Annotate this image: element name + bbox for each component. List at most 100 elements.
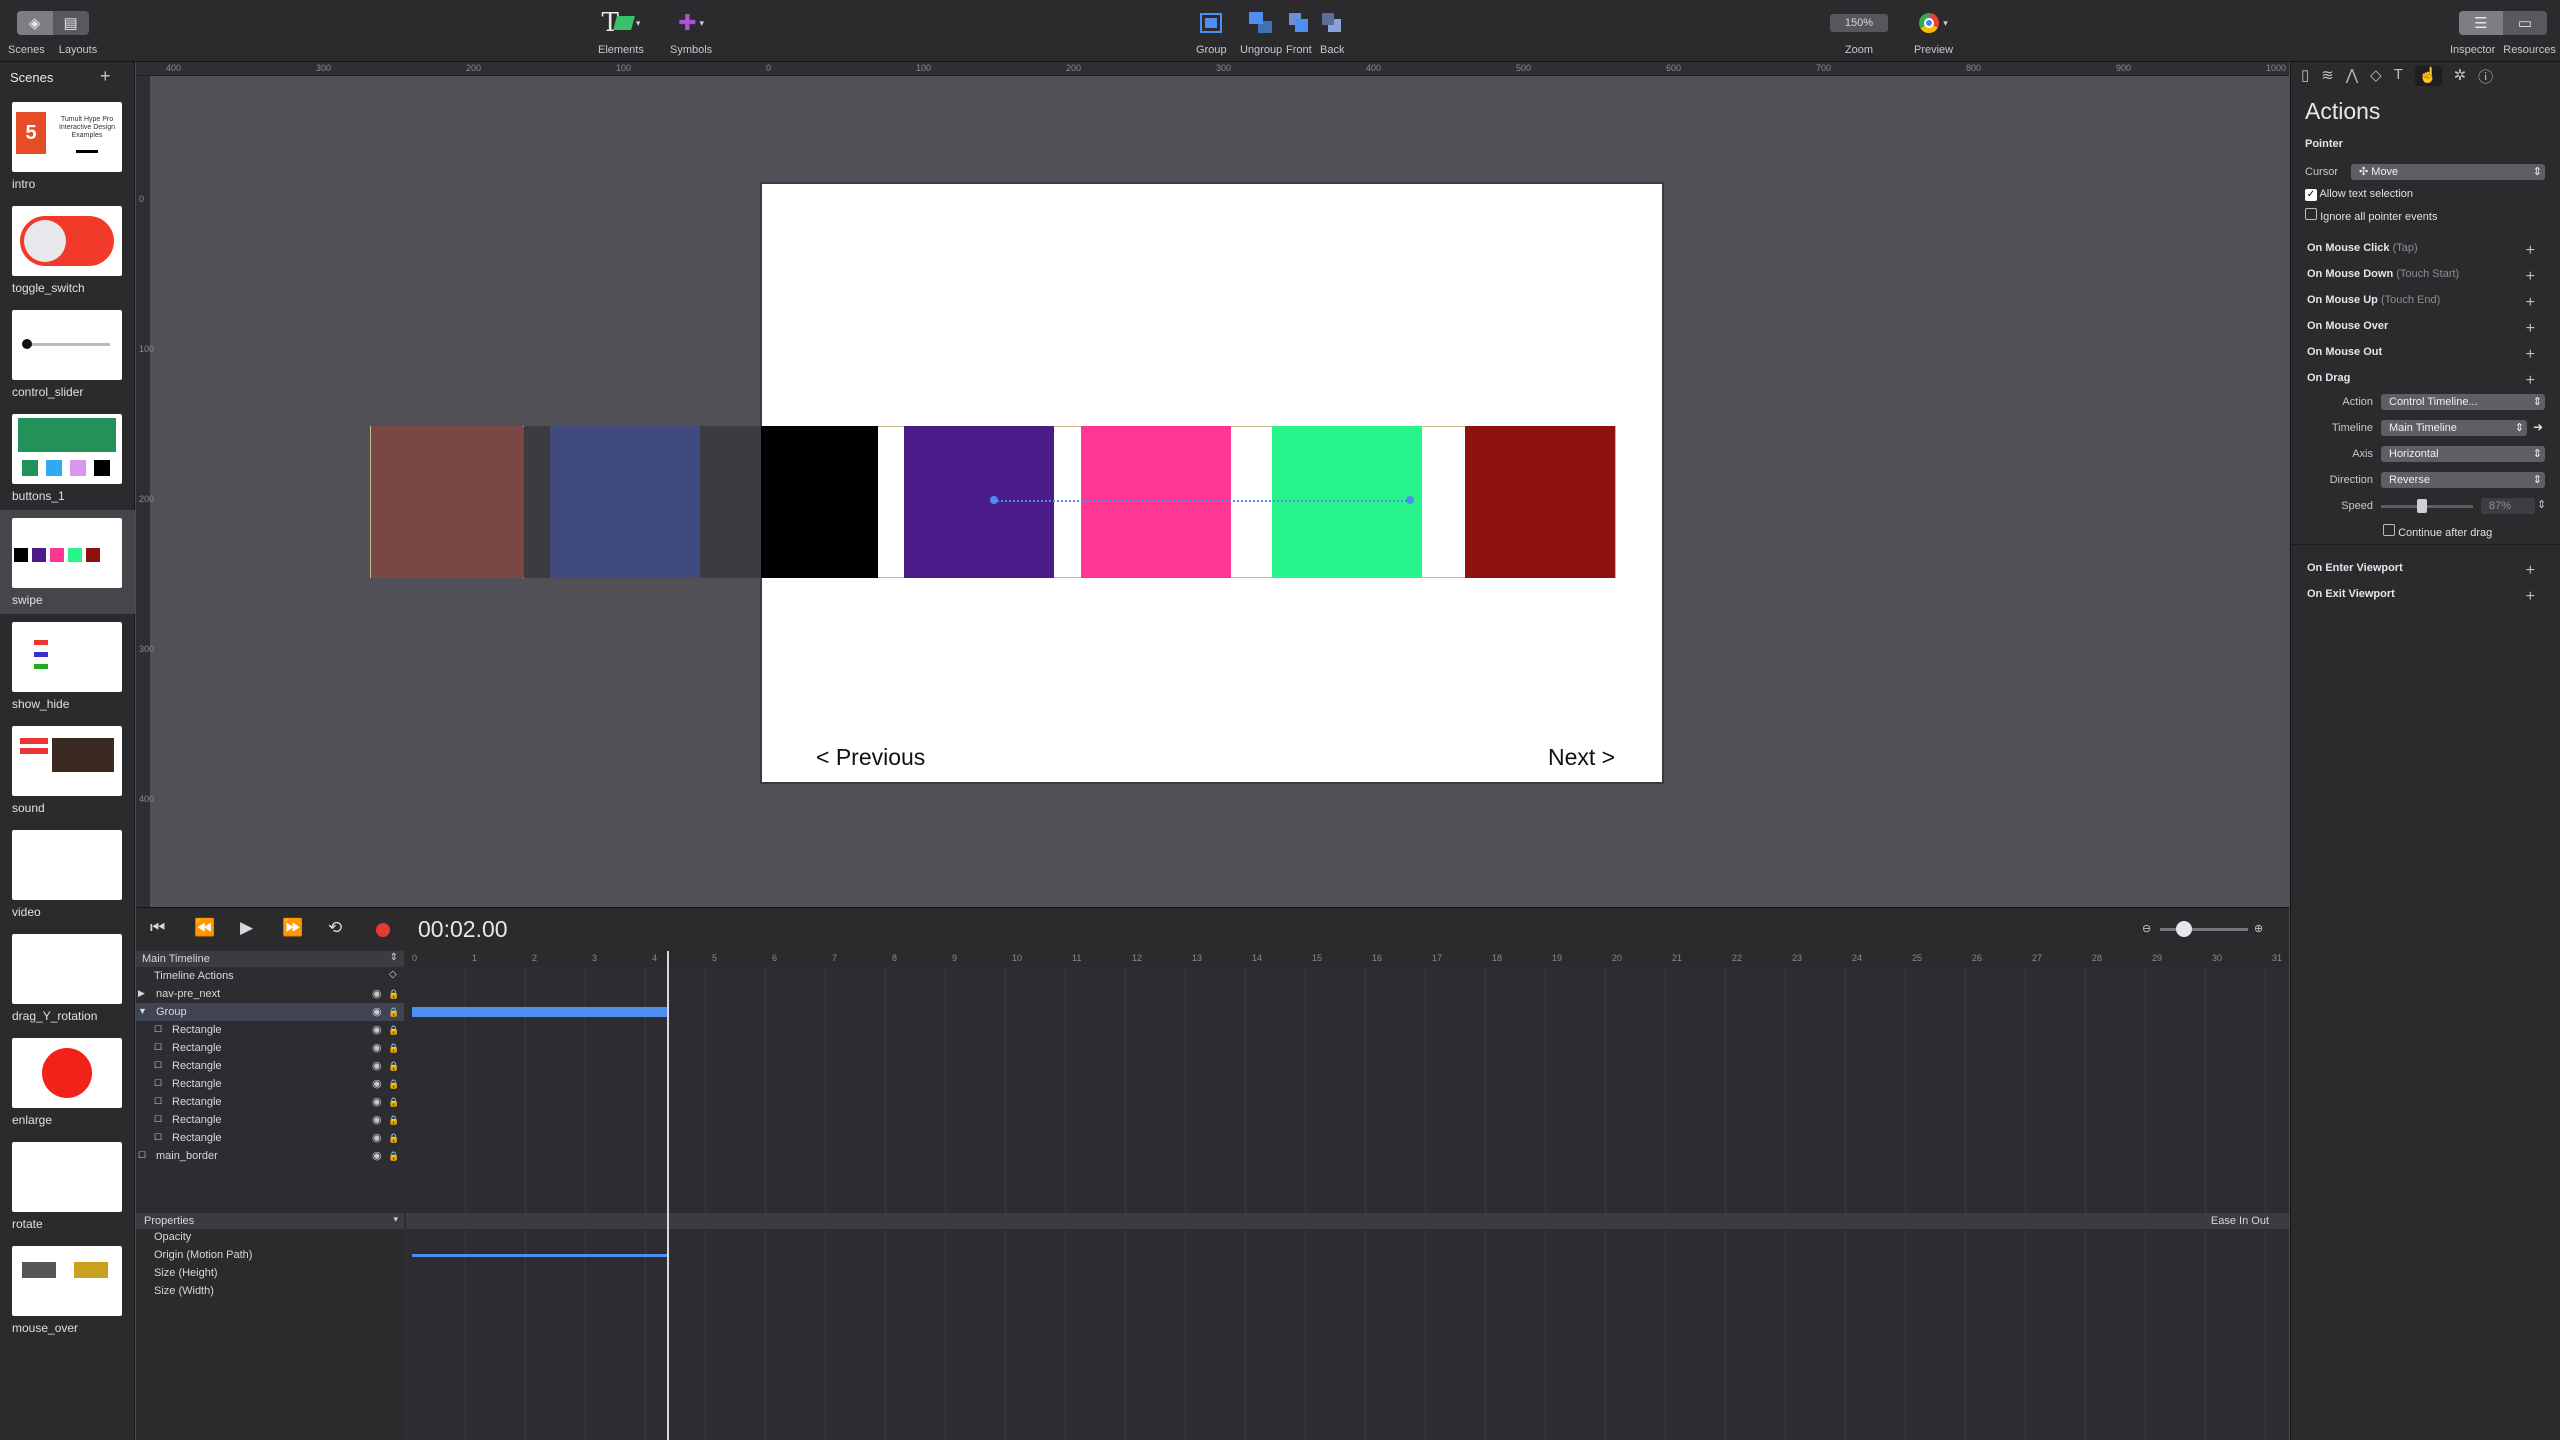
scene-thumb-toggle-switch[interactable]: [12, 206, 122, 276]
record-icon[interactable]: [376, 923, 390, 937]
rectangle[interactable]: [761, 426, 878, 578]
continue-after-drag-checkbox[interactable]: Continue after drag: [2383, 524, 2492, 539]
checkbox-empty-icon[interactable]: ☐: [154, 1114, 162, 1125]
layouts-icon[interactable]: ▤: [53, 11, 89, 35]
scene-thumb-swipe[interactable]: [12, 518, 122, 588]
group-button[interactable]: Group: [1196, 6, 1227, 56]
eye-icon[interactable]: ◉: [372, 1113, 382, 1126]
lock-icon[interactable]: 🔒: [388, 1061, 399, 1072]
layer-row[interactable]: ☐ Rectangle ◉ 🔒: [136, 1093, 404, 1111]
checkbox-empty-icon[interactable]: ☐: [154, 1024, 162, 1035]
time-ruler[interactable]: 0 1 2 3 4 5 6 7 8 9 10 11 12 13 14 15 16 17 18 19 20 21 22 23 24…: [406, 951, 2289, 967]
inspector-icon[interactable]: ☰: [2458, 11, 2503, 35]
checkbox-empty-icon[interactable]: ☐: [138, 1150, 146, 1161]
cursor-select[interactable]: ✣ Move ⇕: [2351, 164, 2545, 180]
property-row[interactable]: Origin (Motion Path): [154, 1249, 252, 1261]
on-mouse-click-row[interactable]: On Mouse Click (Tap) +: [2307, 242, 2547, 259]
disclosure-triangle-icon[interactable]: ▼: [138, 1006, 147, 1016]
rectangle[interactable]: [1272, 426, 1422, 578]
inspector-resources-toggle[interactable]: ☰ ▭ Inspector Resources: [2450, 6, 2556, 56]
shapes-icon[interactable]: ◇: [2370, 66, 2382, 86]
on-mouse-out-row[interactable]: On Mouse Out +: [2307, 346, 2547, 363]
rectangle[interactable]: [1081, 426, 1231, 578]
add-action-icon[interactable]: +: [2526, 242, 2535, 260]
timeline-selector[interactable]: Main Timeline ⇕: [136, 951, 404, 967]
resources-icon[interactable]: ▭: [2503, 11, 2547, 35]
step-forward-icon[interactable]: ⏩: [282, 918, 303, 938]
speed-field[interactable]: 87%: [2481, 498, 2535, 514]
layer-row[interactable]: ☐ Rectangle ◉ 🔒: [136, 1021, 404, 1039]
lock-icon[interactable]: 🔒: [388, 1025, 399, 1036]
eye-icon[interactable]: ◉: [372, 1005, 382, 1018]
axis-select[interactable]: Horizontal ⇕: [2381, 446, 2545, 462]
origin-motion-path-bar[interactable]: [412, 1254, 668, 1257]
lock-icon[interactable]: 🔒: [388, 1151, 399, 1162]
scenes-icon[interactable]: ◈: [16, 11, 53, 35]
eye-icon[interactable]: ◉: [372, 1041, 382, 1054]
front-button[interactable]: Front: [1286, 6, 1312, 56]
lock-icon[interactable]: 🔒: [388, 1007, 399, 1018]
properties-header[interactable]: Properties ▾: [136, 1213, 404, 1229]
scene-thumb-buttons[interactable]: [12, 414, 122, 484]
lock-icon[interactable]: 🔒: [388, 1097, 399, 1108]
on-mouse-up-row[interactable]: On Mouse Up (Touch End) +: [2307, 294, 2547, 311]
timeline-zoom-slider[interactable]: [2160, 928, 2248, 931]
add-action-icon[interactable]: +: [2526, 320, 2535, 338]
eye-icon[interactable]: ◉: [372, 1023, 382, 1036]
zoom-in-icon[interactable]: ⊕: [2254, 922, 2263, 935]
layer-row[interactable]: ▼ Group ◉ 🔒: [136, 1003, 404, 1021]
actions-icon[interactable]: ☝: [2414, 66, 2442, 86]
layer-row[interactable]: ☐ Rectangle ◉ 🔒: [136, 1057, 404, 1075]
elements-button[interactable]: T ▾ Elements: [598, 6, 644, 56]
rectangle[interactable]: [1465, 426, 1615, 578]
group-animation-bar[interactable]: [412, 1007, 668, 1017]
zoom-control[interactable]: 150% Zoom: [1830, 6, 1888, 56]
on-mouse-over-row[interactable]: On Mouse Over +: [2307, 320, 2547, 337]
ease-label[interactable]: Ease In Out: [2211, 1215, 2269, 1227]
preview-button[interactable]: ▾ Preview: [1914, 6, 1953, 56]
action-select[interactable]: Control Timeline... ⇕: [2381, 394, 2545, 410]
on-mouse-down-row[interactable]: On Mouse Down (Touch Start) +: [2307, 268, 2547, 285]
layer-row[interactable]: ☐ Rectangle ◉ 🔒: [136, 1039, 404, 1057]
eye-icon[interactable]: ◉: [372, 1095, 382, 1108]
timeline-select[interactable]: Main Timeline ⇕: [2381, 420, 2527, 436]
rectangle[interactable]: [371, 426, 523, 578]
checkbox-empty-icon[interactable]: ☐: [154, 1060, 162, 1071]
on-drag-row[interactable]: On Drag +: [2307, 372, 2547, 389]
step-back-icon[interactable]: ⏪: [194, 918, 215, 938]
checkbox-empty-icon[interactable]: ☐: [154, 1132, 162, 1143]
checkbox-empty-icon[interactable]: ☐: [154, 1078, 162, 1089]
info-icon[interactable]: ⓘ: [2478, 66, 2493, 86]
ignore-pointer-checkbox[interactable]: Ignore all pointer events: [2305, 208, 2437, 223]
disclosure-triangle-icon[interactable]: ▶: [138, 988, 145, 999]
scene-thumb-sound[interactable]: [12, 726, 122, 796]
skip-start-icon[interactable]: ⏮: [150, 918, 165, 938]
layer-row[interactable]: ☐ Rectangle ◉ 🔒: [136, 1111, 404, 1129]
layer-tracks[interactable]: [406, 967, 2289, 1213]
timeline-zoom-thumb[interactable]: [2176, 921, 2192, 937]
lock-icon[interactable]: 🔒: [388, 1043, 399, 1054]
metrics-icon[interactable]: ⋀: [2346, 66, 2358, 86]
scene-thumb-mouse-over[interactable]: [12, 1246, 122, 1316]
layers-icon[interactable]: ≋: [2321, 66, 2334, 86]
property-tracks[interactable]: [406, 1231, 2289, 1440]
zoom-out-icon[interactable]: ⊖: [2142, 922, 2151, 935]
rectangle[interactable]: [904, 426, 1054, 578]
rectangle[interactable]: [550, 426, 700, 578]
lock-icon[interactable]: 🔒: [388, 1115, 399, 1126]
lock-icon[interactable]: 🔒: [388, 989, 399, 1000]
eye-icon[interactable]: ◉: [372, 987, 382, 1000]
add-action-icon[interactable]: +: [2526, 588, 2535, 606]
symbols-button[interactable]: ✚ ▾ Symbols: [670, 6, 712, 56]
add-action-icon[interactable]: +: [2526, 294, 2535, 312]
allow-text-checkbox[interactable]: ✓ Allow text selection: [2305, 188, 2413, 201]
lock-icon[interactable]: 🔒: [388, 1133, 399, 1144]
property-row[interactable]: Opacity: [154, 1231, 191, 1243]
playhead[interactable]: [667, 951, 669, 1440]
speed-slider-thumb[interactable]: [2417, 499, 2427, 513]
property-row[interactable]: Size (Width): [154, 1285, 214, 1297]
add-scene-button[interactable]: +: [100, 66, 111, 87]
checkbox-empty-icon[interactable]: ☐: [154, 1042, 162, 1053]
eye-icon[interactable]: ◉: [372, 1149, 382, 1162]
play-icon[interactable]: ▶: [240, 918, 253, 938]
